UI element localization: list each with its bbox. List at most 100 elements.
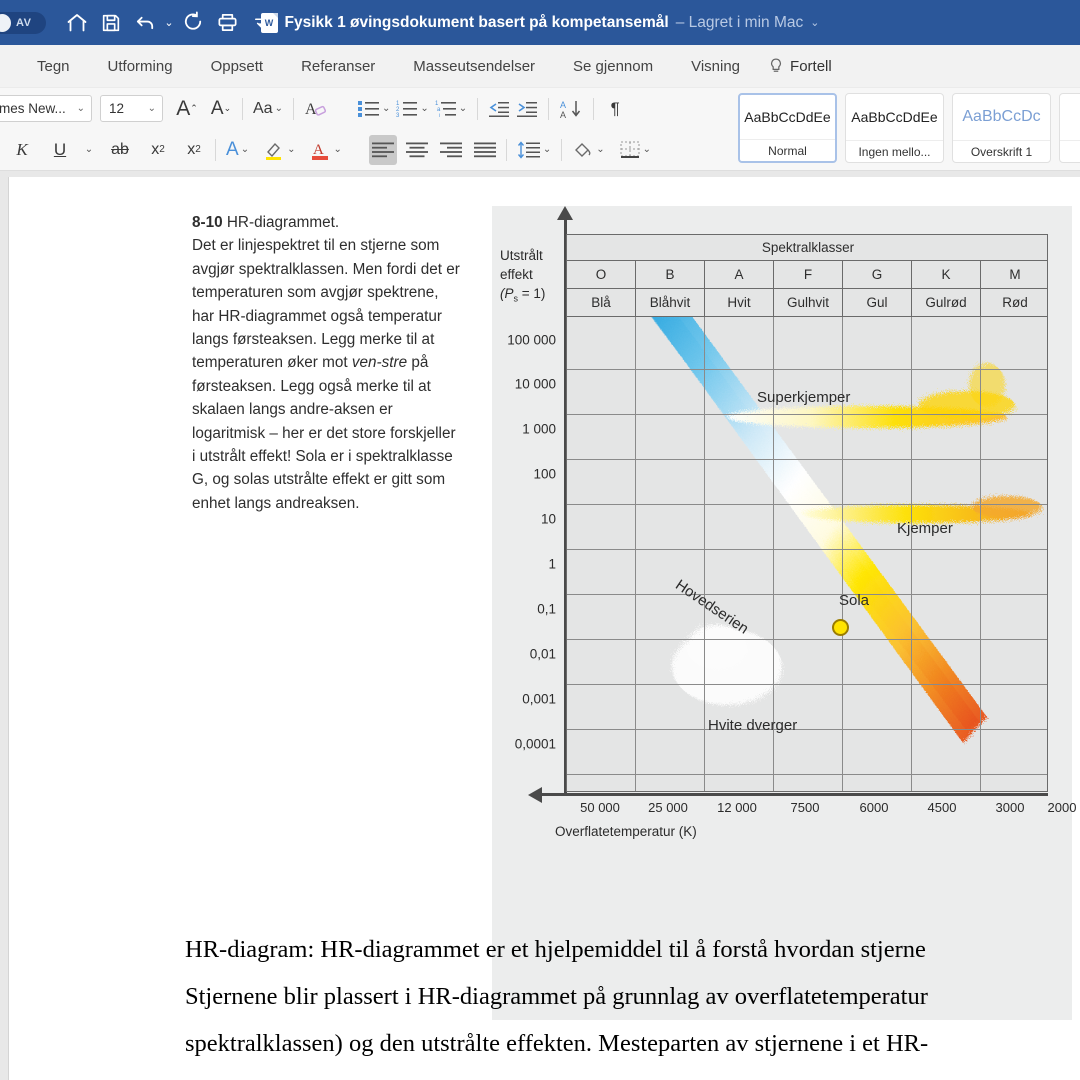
font-name-value: mes New... bbox=[0, 101, 66, 116]
increase-indent-button[interactable] bbox=[513, 94, 541, 124]
av-toggle[interactable]: AV bbox=[0, 11, 46, 34]
paint-bucket-icon bbox=[575, 142, 591, 157]
show-formatting-marks-button[interactable]: ¶ bbox=[601, 94, 629, 124]
print-icon[interactable] bbox=[210, 6, 244, 40]
line-spacing-button[interactable]: ⌄ bbox=[514, 135, 554, 165]
shrink-font-button[interactable]: A ⌄ bbox=[207, 94, 235, 124]
figure-caption-italic: ven-stre bbox=[351, 354, 408, 372]
spectral-class-cell: A bbox=[705, 261, 774, 288]
underline-dropdown[interactable]: ⌄ bbox=[74, 135, 102, 165]
chevron-down-icon: ⌄ bbox=[596, 144, 605, 155]
numbered-list-button[interactable]: 1 2 3 ⌄ bbox=[393, 94, 431, 124]
tab-utforming[interactable]: Utforming bbox=[89, 54, 192, 79]
grid-vline bbox=[704, 317, 705, 791]
line-spacing-icon bbox=[517, 140, 540, 159]
bullet-list-button[interactable]: ⌄ bbox=[355, 94, 393, 124]
redo-icon[interactable] bbox=[176, 6, 210, 40]
tab-se-gjennom[interactable]: Se gjennom bbox=[554, 54, 672, 79]
document-title[interactable]: Fysikk 1 øvingsdokument basert på kompet… bbox=[285, 14, 669, 32]
sort-button[interactable]: A A bbox=[556, 94, 586, 124]
grid-hline bbox=[567, 684, 1047, 685]
grid-hline bbox=[567, 369, 1047, 370]
highlight-button[interactable]: ⌄ bbox=[260, 135, 298, 165]
clear-formatting-button[interactable]: A bbox=[301, 94, 331, 124]
x-tick-label: 6000 bbox=[859, 800, 889, 815]
align-right-button[interactable] bbox=[437, 135, 465, 165]
style-name: Overskrift 1 bbox=[953, 140, 1050, 162]
hr-diagram-figure[interactable]: Utstrålt effekt (Ps = 1) 100 000 10 000 … bbox=[492, 206, 1076, 1020]
italic-button[interactable]: K bbox=[8, 135, 36, 165]
chevron-down-icon: ⌄ bbox=[333, 144, 342, 155]
highlighter-icon bbox=[266, 142, 282, 160]
tab-referanser[interactable]: Referanser bbox=[282, 54, 394, 79]
tab-visning[interactable]: Visning bbox=[672, 54, 759, 79]
align-left-button[interactable] bbox=[368, 134, 397, 165]
document-page[interactable]: 8-10 HR-diagrammet. Det er linjespektret… bbox=[8, 177, 1080, 1080]
y-tick-label: 10 000 bbox=[514, 376, 556, 392]
spectral-color-row: Blå Blåhvit Hvit Gulhvit Gul Gulrød Rød bbox=[567, 289, 1047, 317]
paragraph-line: HR-diagram: HR-diagrammet er et hjelpemi… bbox=[185, 936, 926, 963]
text-effects-button[interactable]: A ⌄ bbox=[223, 135, 252, 165]
superscript-button[interactable]: x2 bbox=[180, 135, 208, 165]
style-preview: AaBbCcDdEe bbox=[851, 109, 938, 125]
x-axis-title: Overflatetemperatur (K) bbox=[555, 824, 697, 839]
style-card-overskrift-2[interactable]: AaB Ov bbox=[1059, 93, 1080, 163]
decrease-indent-button[interactable] bbox=[485, 94, 513, 124]
quick-access-toolbar: AV ⌄ bbox=[0, 6, 278, 40]
font-size-combo[interactable]: 12 ⌄ bbox=[100, 95, 163, 122]
undo-dropdown-caret[interactable]: ⌄ bbox=[162, 16, 176, 29]
tab-masseutsendelser[interactable]: Masseutsendelser bbox=[394, 54, 554, 79]
style-card-ingen-mellomrom[interactable]: AaBbCcDdEe Ingen mello... bbox=[845, 93, 944, 163]
spectral-class-cell: O bbox=[567, 261, 636, 288]
multilevel-list-button[interactable]: 1 a i ⌄ bbox=[432, 94, 470, 124]
spectral-classes-header-label: Spektralklasser bbox=[761, 240, 855, 255]
style-card-normal[interactable]: AaBbCcDdEe Normal bbox=[738, 93, 837, 163]
spectral-color-cell: Rød bbox=[1002, 295, 1028, 310]
underline-label: U bbox=[53, 139, 67, 159]
y-tick-label: 0,0001 bbox=[514, 736, 556, 752]
chevron-down-icon: ⌄ bbox=[381, 103, 391, 114]
undo-icon[interactable] bbox=[128, 6, 162, 40]
justify-icon bbox=[473, 142, 496, 157]
italic-label: K bbox=[16, 139, 28, 159]
annotation-kjemper: Kjemper bbox=[897, 520, 953, 537]
align-center-button[interactable] bbox=[403, 135, 431, 165]
tab-oppsett[interactable]: Oppsett bbox=[192, 54, 283, 79]
grow-font-button[interactable]: A ⌃ bbox=[173, 94, 201, 124]
sort-icon: A A bbox=[560, 100, 581, 119]
save-icon[interactable] bbox=[94, 6, 128, 40]
annotation-hvite-dverger: Hvite dverger bbox=[708, 717, 798, 734]
shading-button[interactable]: ⌄ bbox=[569, 135, 607, 165]
chevron-down-icon[interactable]: ⌄ bbox=[810, 16, 819, 29]
annotation-superkjemper: Superkjemper bbox=[757, 389, 851, 406]
font-color-button[interactable]: A ⌄ bbox=[306, 135, 344, 165]
tab-fortell[interactable]: Fortell bbox=[759, 54, 851, 79]
tab-fortell-label: Fortell bbox=[790, 57, 832, 75]
justify-button[interactable] bbox=[471, 135, 499, 165]
divider bbox=[548, 97, 550, 120]
document-canvas[interactable]: 8-10 HR-diagrammet. Det er linjespektret… bbox=[0, 171, 1080, 1080]
grid-hline bbox=[567, 774, 1047, 775]
sola-marker bbox=[832, 619, 849, 636]
strikethrough-button[interactable]: ab bbox=[106, 135, 134, 165]
change-case-button[interactable]: Aa ⌄ bbox=[250, 94, 286, 124]
borders-button[interactable]: ⌄ bbox=[616, 135, 654, 165]
tab-tegn[interactable]: Tegn bbox=[18, 54, 89, 79]
subscript-button[interactable]: x2 bbox=[144, 135, 172, 165]
style-card-overskrift-1[interactable]: AaBbCcDc Overskrift 1 bbox=[952, 93, 1051, 163]
home-icon[interactable] bbox=[60, 6, 94, 40]
x-tick-label: 25 000 bbox=[648, 800, 688, 815]
change-case-label: Aa bbox=[253, 99, 273, 117]
figure-caption-number: 8-10 bbox=[192, 214, 223, 231]
font-name-combo[interactable]: mes New... ⌄ bbox=[0, 95, 92, 122]
spectral-classes-header: Spektralklasser bbox=[567, 235, 1047, 261]
document-body-paragraph[interactable]: HR-diagram: HR-diagrammet er et hjelpemi… bbox=[185, 926, 1080, 1067]
caret-down-icon: ⌄ bbox=[223, 103, 232, 113]
x-axis-line bbox=[536, 793, 1048, 796]
grid-vline bbox=[911, 317, 912, 791]
underline-button[interactable]: U bbox=[46, 135, 74, 165]
subscript-sup: 2 bbox=[159, 144, 165, 155]
paragraph-line: spektralklassen) og den utstrålte effekt… bbox=[185, 1030, 929, 1057]
superscript-sup: 2 bbox=[195, 144, 201, 155]
svg-text:i: i bbox=[439, 113, 440, 118]
